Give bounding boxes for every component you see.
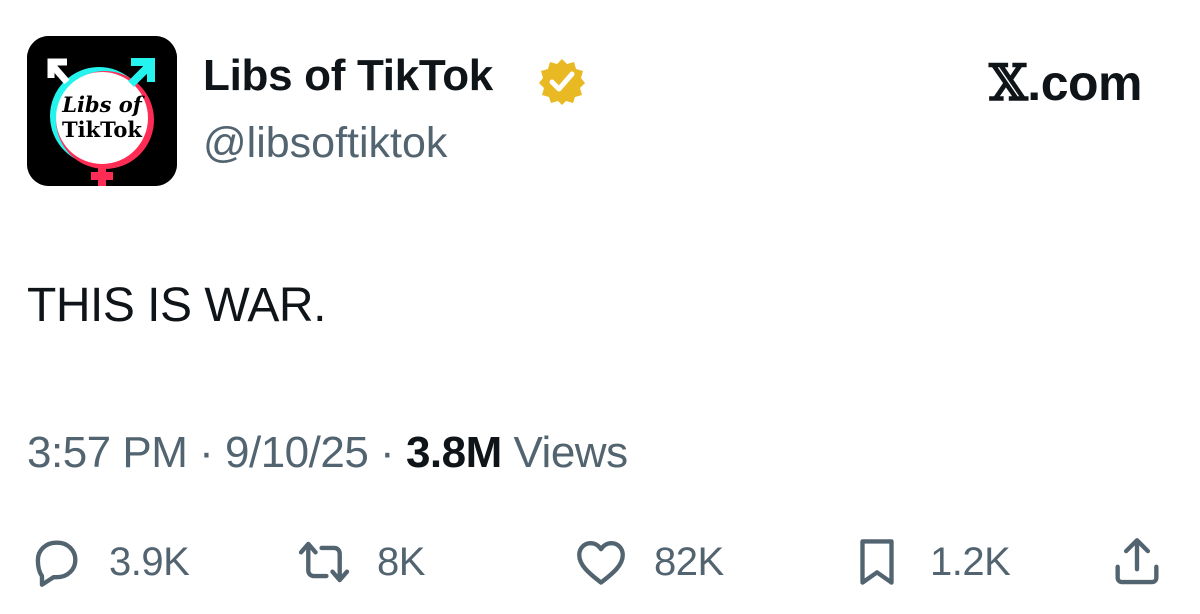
retweet-button[interactable]: 8K xyxy=(295,533,425,591)
reply-count: 3.9K xyxy=(109,539,190,584)
bookmark-count: 1.2K xyxy=(930,539,1011,584)
views-label: Views xyxy=(513,428,629,477)
share-button[interactable] xyxy=(1108,533,1166,591)
tweet-time[interactable]: 3:57 PM xyxy=(27,428,188,477)
x-logo-icon: 𝕏 xyxy=(989,53,1028,112)
heart-icon xyxy=(577,540,625,585)
bookmark-button[interactable]: 1.2K xyxy=(848,533,1011,591)
bookmark-icon xyxy=(860,539,894,585)
tweet-text: THIS IS WAR. xyxy=(27,279,326,332)
brand-suffix: .com xyxy=(1027,55,1142,111)
retweet-icon xyxy=(298,541,350,583)
share-icon xyxy=(1115,538,1159,585)
logo-text-line2: TikTok xyxy=(62,117,142,142)
tweet-date[interactable]: 9/10/25 xyxy=(225,428,369,477)
display-name[interactable]: Libs of TikTok xyxy=(203,54,493,98)
avatar[interactable]: Libs of TikTok xyxy=(27,36,177,186)
logo-text-line1: Libs of xyxy=(61,92,146,117)
retweet-count: 8K xyxy=(377,539,425,584)
x-com-brand: 𝕏.com xyxy=(989,55,1142,111)
meta-separator: · xyxy=(199,428,214,477)
verified-badge-icon[interactable] xyxy=(538,57,586,105)
like-count: 82K xyxy=(654,539,724,584)
like-button[interactable]: 82K xyxy=(572,533,724,591)
reply-icon xyxy=(35,540,78,587)
user-handle[interactable]: @libsoftiktok xyxy=(203,122,447,165)
libs-of-tiktok-logo: Libs of TikTok xyxy=(27,36,177,186)
tweet-meta: 3:57 PM · 9/10/25 · 3.8M Views xyxy=(27,431,628,475)
views-count: 3.8M xyxy=(405,428,502,477)
reply-button[interactable]: 3.9K xyxy=(27,533,190,591)
meta-separator: · xyxy=(380,428,395,477)
